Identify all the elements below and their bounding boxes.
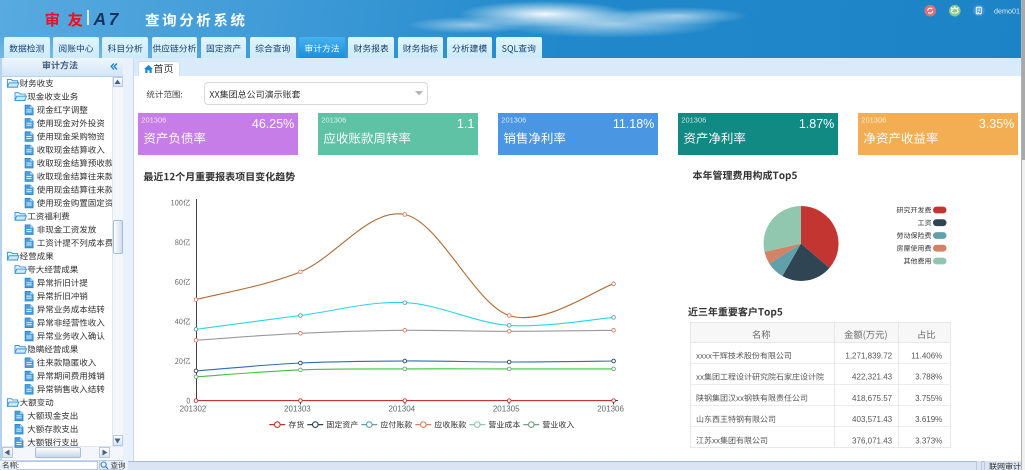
svg-text:418,675.57: 418,675.57 [852,394,893,403]
svg-text:3.788%: 3.788% [915,373,942,382]
svg-text:376,071.43: 376,071.43 [852,436,893,445]
svg-text:201306: 201306 [141,116,166,125]
svg-text:1,271,839.72: 1,271,839.72 [845,352,892,361]
svg-text:201306: 201306 [597,405,624,414]
svg-text:3.35%: 3.35% [979,117,1014,131]
svg-text:201306: 201306 [501,116,526,125]
svg-text:3.755%: 3.755% [915,394,942,403]
svg-text:11.406%: 11.406% [911,352,942,361]
svg-text:201306: 201306 [681,116,706,125]
svg-text:201304: 201304 [388,405,415,414]
svg-text:1.87%: 1.87% [799,117,834,131]
svg-text:3.373%: 3.373% [915,436,942,445]
svg-text:201306: 201306 [861,116,886,125]
svg-text:1.1: 1.1 [457,117,474,131]
svg-text:201303: 201303 [284,405,311,414]
svg-text:201306: 201306 [321,116,346,125]
svg-text:201302: 201302 [180,405,207,414]
svg-text:3.619%: 3.619% [915,415,942,424]
svg-text:A7: A7 [93,9,121,29]
svg-text:demo01: demo01 [994,7,1020,16]
svg-text:201305: 201305 [493,405,520,414]
svg-text:11.18%: 11.18% [613,117,654,131]
svg-text:422,321.43: 422,321.43 [852,373,893,382]
svg-text:403,571.43: 403,571.43 [852,415,893,424]
svg-text:46.25%: 46.25% [252,117,294,131]
